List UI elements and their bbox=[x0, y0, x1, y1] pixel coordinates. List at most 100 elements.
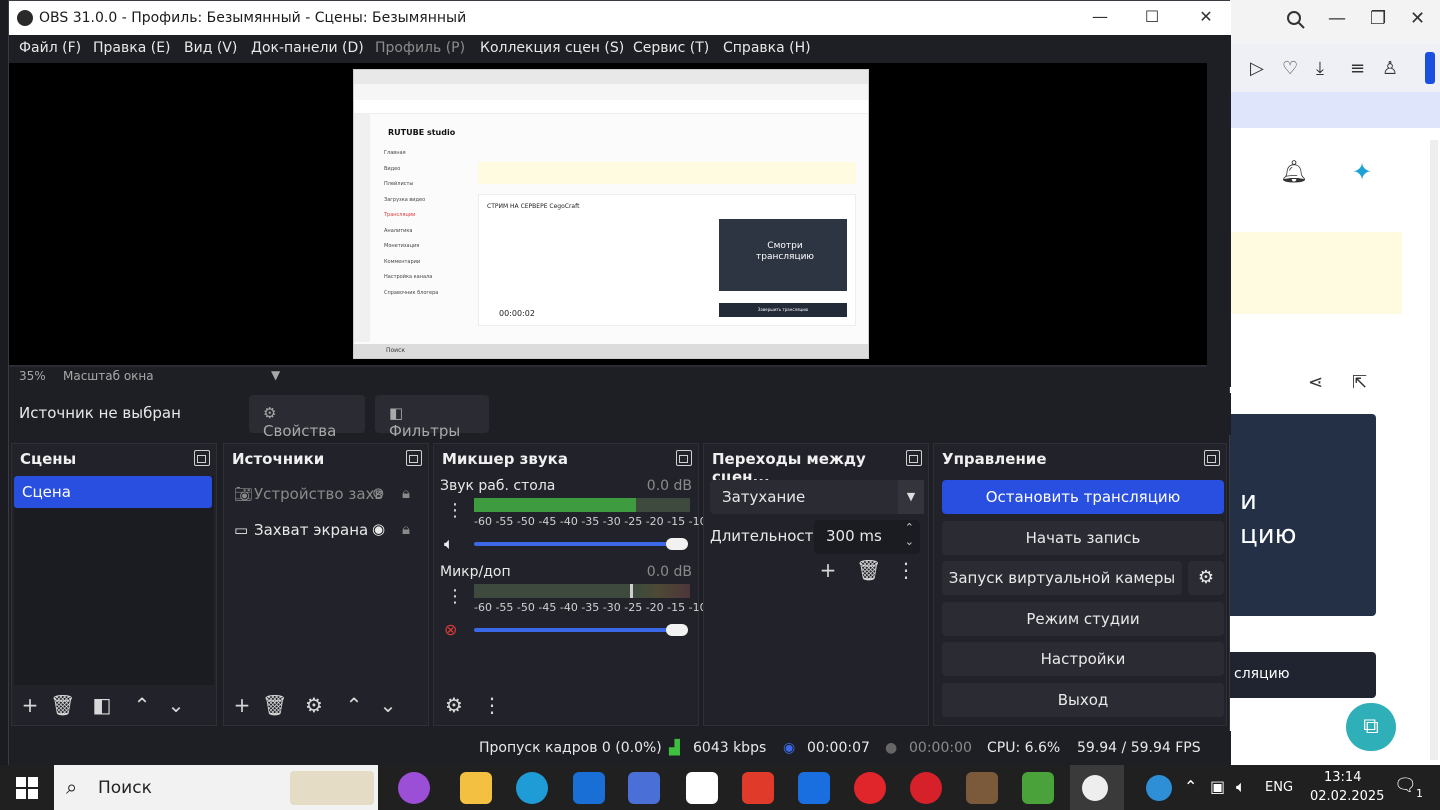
menu-file[interactable]: Файл (F) bbox=[19, 40, 81, 56]
taskbar-search[interactable]: ⌕ Поиск bbox=[54, 765, 378, 810]
more-vertical-icon[interactable]: ⋮ bbox=[894, 558, 918, 582]
dropdown-arrow-icon[interactable]: ▼ bbox=[271, 368, 280, 382]
source-item[interactable]: 📷︎ Устройство захв ⊘ 🔒︎ bbox=[232, 482, 422, 508]
menu-help[interactable]: Справка (H) bbox=[723, 40, 811, 56]
add-icon[interactable]: + bbox=[230, 693, 254, 717]
start-button[interactable] bbox=[0, 765, 54, 810]
search-icon[interactable] bbox=[1286, 10, 1306, 35]
undock-icon[interactable] bbox=[1204, 450, 1220, 466]
browser-scrollbar[interactable] bbox=[1430, 140, 1438, 760]
virtual-camera-settings-button[interactable]: ⚙ bbox=[1188, 561, 1224, 595]
trash-icon[interactable]: 🗑︎ bbox=[856, 558, 881, 582]
notification-icon[interactable]: 🗨︎ bbox=[1394, 775, 1417, 796]
trash-icon[interactable]: 🗑︎ bbox=[262, 693, 287, 717]
duration-input[interactable]: 300 ms ⌃ ⌄ bbox=[814, 520, 920, 554]
more-vertical-icon[interactable]: ⋮ bbox=[446, 586, 464, 607]
maximize-icon[interactable]: ☐ bbox=[1141, 7, 1163, 29]
start-record-button[interactable]: Начать запись bbox=[942, 521, 1224, 555]
volume-slider-knob[interactable] bbox=[666, 624, 688, 636]
transition-select[interactable]: Затухание ▼ bbox=[710, 480, 924, 514]
add-icon[interactable]: + bbox=[816, 558, 840, 582]
language-indicator[interactable]: ENG bbox=[1265, 780, 1293, 795]
zoom-mode-select[interactable]: Масштаб окна bbox=[63, 369, 154, 383]
menu-view[interactable]: Вид (V) bbox=[184, 40, 237, 56]
preview-area[interactable]: RUTUBE studio Главная Видео Плейлисты За… bbox=[9, 63, 1207, 365]
add-icon[interactable]: + bbox=[18, 693, 42, 717]
user-icon[interactable]: ♙ bbox=[1382, 58, 1398, 79]
bird-icon[interactable]: ✦ bbox=[1352, 158, 1372, 186]
download-icon[interactable]: ⤓ bbox=[1316, 58, 1324, 79]
trash-icon[interactable]: 🗑︎ bbox=[50, 693, 75, 717]
more-vertical-icon[interactable]: ⋮ bbox=[446, 500, 464, 521]
undock-icon[interactable] bbox=[906, 450, 922, 466]
outlook-icon[interactable] bbox=[573, 772, 605, 804]
volume-slider[interactable] bbox=[474, 542, 684, 546]
bell-icon[interactable]: 🔔︎ bbox=[1280, 160, 1308, 185]
end-stream-button[interactable]: сляцию bbox=[1230, 652, 1376, 698]
menu-icon[interactable]: ≡ bbox=[1350, 58, 1365, 79]
obs-icon[interactable] bbox=[1070, 765, 1124, 810]
amazon-icon[interactable] bbox=[686, 772, 718, 804]
menu-edit[interactable]: Правка (E) bbox=[93, 40, 171, 56]
properties-button[interactable]: ⚙ Свойства bbox=[249, 395, 365, 440]
restore-icon[interactable]: ❐ bbox=[1370, 8, 1386, 29]
yandex-browser-icon[interactable] bbox=[854, 772, 886, 804]
clock-time[interactable]: 13:14 bbox=[1324, 770, 1361, 785]
filters-button[interactable]: ◧ Фильтры bbox=[375, 395, 489, 440]
chevron-down-icon[interactable]: ⌄ bbox=[164, 693, 188, 717]
vertical-scrollbar[interactable] bbox=[1207, 63, 1231, 387]
chat-support-button[interactable]: ⧉ bbox=[1346, 703, 1396, 751]
filter-icon[interactable]: ◧ bbox=[90, 693, 114, 717]
yandex-icon[interactable] bbox=[742, 772, 774, 804]
app-icon-blue[interactable] bbox=[628, 772, 660, 804]
gear-icon[interactable]: ⚙ bbox=[302, 693, 326, 717]
close-icon[interactable]: ✕ bbox=[1195, 7, 1217, 29]
menu-profile[interactable]: Профиль (P) bbox=[375, 40, 465, 56]
chevron-up-icon[interactable]: ⌃ bbox=[342, 693, 366, 717]
spin-up-icon[interactable]: ⌃ bbox=[905, 521, 914, 534]
clock-date[interactable]: 02.02.2025 bbox=[1310, 789, 1384, 804]
chevron-up-icon[interactable]: ⌃ bbox=[1184, 777, 1197, 796]
scene-item[interactable]: Сцена bbox=[14, 476, 212, 508]
mic-muted-icon[interactable]: ⊗ bbox=[444, 620, 457, 639]
play-icon[interactable]: ▷ bbox=[1250, 58, 1264, 79]
app-icon-purple[interactable] bbox=[398, 772, 430, 804]
dropbox-icon[interactable] bbox=[798, 772, 830, 804]
minimize-icon[interactable]: — bbox=[1328, 8, 1346, 29]
opera-icon[interactable] bbox=[910, 772, 942, 804]
share-icon[interactable]: ⋖ bbox=[1308, 372, 1323, 393]
volume-icon[interactable]: 🔈︎ bbox=[1236, 777, 1246, 797]
lock-icon[interactable]: 🔒︎ bbox=[402, 484, 410, 502]
stop-stream-button[interactable]: Остановить трансляцию bbox=[942, 480, 1224, 514]
chevron-up-icon[interactable]: ⌃ bbox=[130, 693, 154, 717]
close-icon[interactable]: ✕ bbox=[1410, 8, 1425, 29]
spin-down-icon[interactable]: ⌄ bbox=[905, 535, 914, 548]
preview-canvas[interactable]: RUTUBE studio Главная Видео Плейлисты За… bbox=[353, 69, 869, 359]
menu-tools[interactable]: Сервис (T) bbox=[633, 40, 709, 56]
studio-mode-button[interactable]: Режим студии bbox=[942, 602, 1224, 636]
undock-icon[interactable] bbox=[194, 450, 210, 466]
horizontal-scrollbar[interactable] bbox=[9, 365, 1207, 367]
undock-icon[interactable] bbox=[406, 450, 422, 466]
virtual-camera-button[interactable]: Запуск виртуальной камеры bbox=[942, 561, 1182, 595]
chevron-down-icon[interactable]: ⌄ bbox=[376, 693, 400, 717]
eye-hidden-icon[interactable]: ⊘ bbox=[372, 484, 385, 502]
external-link-icon[interactable]: ⇱ bbox=[1352, 372, 1367, 393]
help-icon[interactable] bbox=[1146, 775, 1172, 801]
eye-icon[interactable]: ◉ bbox=[372, 520, 385, 538]
settings-button[interactable]: Настройки bbox=[942, 642, 1224, 676]
speaker-icon[interactable]: 🔈︎ bbox=[444, 534, 454, 554]
undock-icon[interactable] bbox=[676, 450, 692, 466]
exit-button[interactable]: Выход bbox=[942, 683, 1224, 717]
minecraft-launcher-icon[interactable] bbox=[1022, 772, 1054, 804]
file-explorer-icon[interactable] bbox=[460, 772, 492, 804]
volume-slider-knob[interactable] bbox=[666, 538, 688, 550]
heart-icon[interactable]: ♡ bbox=[1282, 58, 1298, 79]
lock-icon[interactable]: 🔒︎ bbox=[402, 520, 410, 538]
menu-docks[interactable]: Док-панели (D) bbox=[251, 40, 364, 56]
gears-icon[interactable]: ⚙ bbox=[442, 693, 466, 717]
network-icon[interactable]: ▣ bbox=[1210, 777, 1225, 796]
menu-scene-collection[interactable]: Коллекция сцен (S) bbox=[480, 40, 624, 56]
minimize-icon[interactable]: — bbox=[1089, 7, 1111, 29]
minecraft-icon[interactable] bbox=[966, 772, 998, 804]
